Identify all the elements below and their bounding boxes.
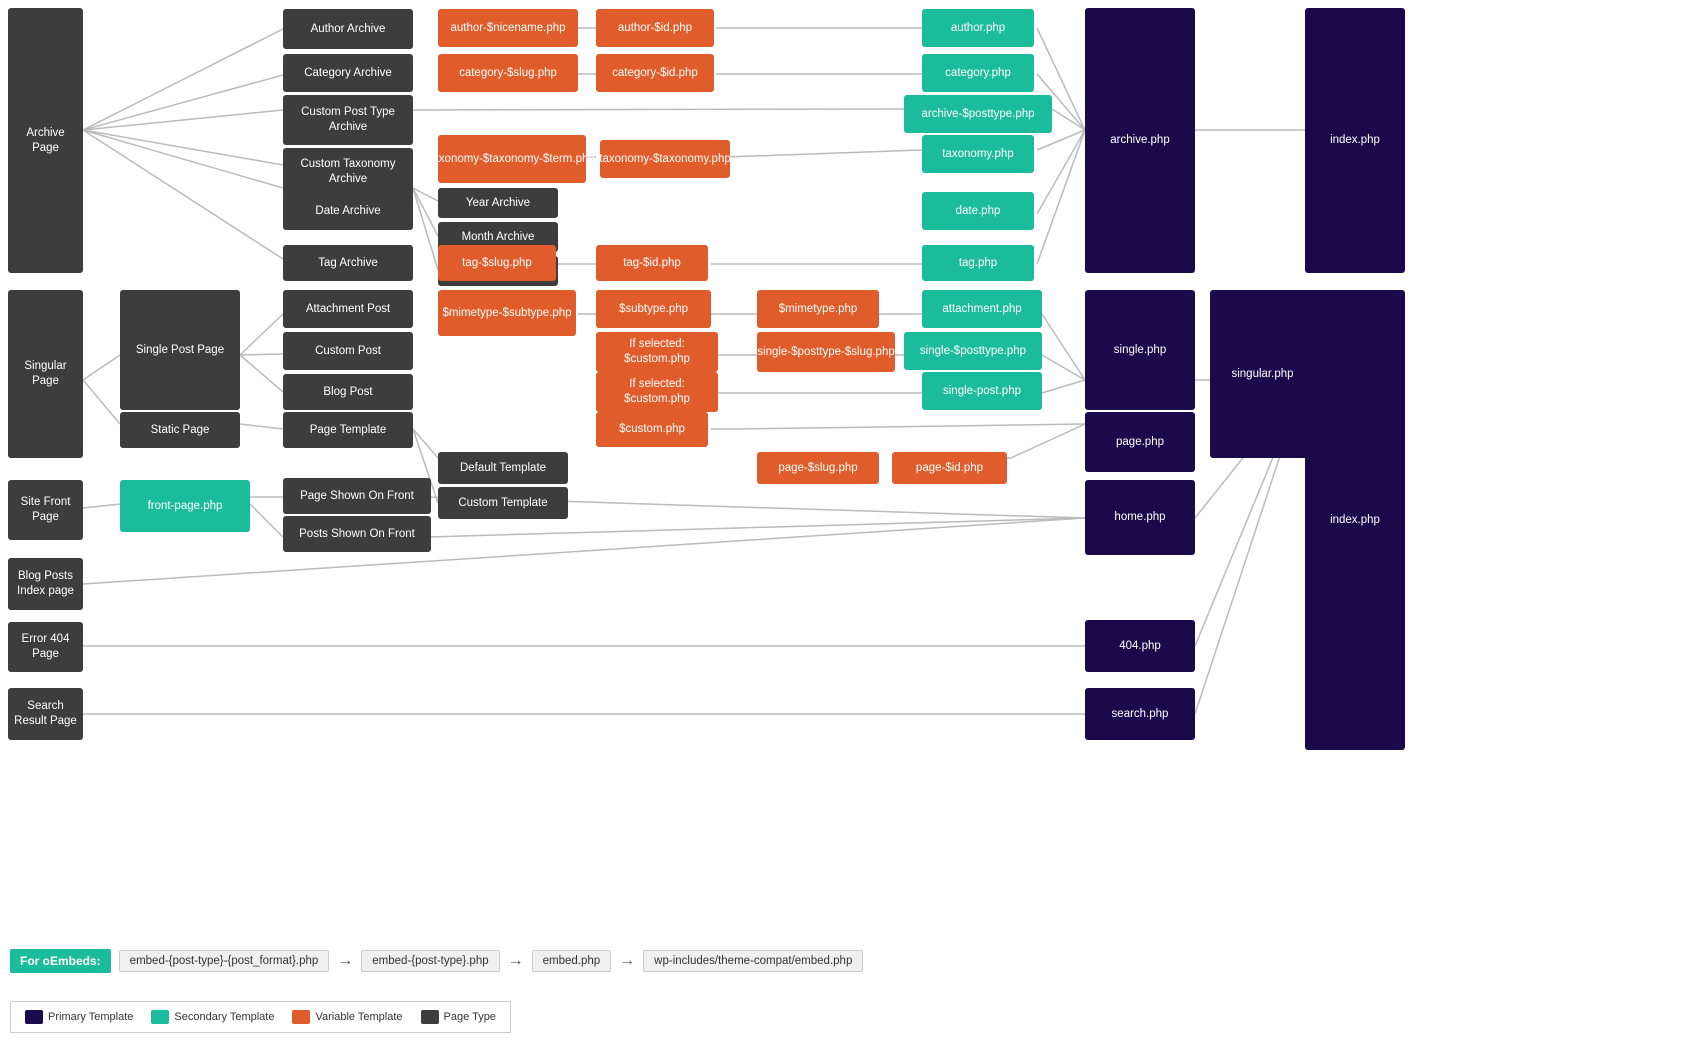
legend-primary-box [25, 1010, 43, 1024]
static-page-node: Static Page [120, 412, 240, 448]
posts-shown-on-front-node: Posts Shown On Front [283, 516, 431, 552]
custom-php-node: $custom.php [596, 412, 708, 447]
oembeds-label: For oEmbeds: [10, 949, 111, 973]
legend-page-type-box [421, 1010, 439, 1024]
index-php-node: index.php [1305, 8, 1405, 273]
search-php-node: search.php [1085, 688, 1195, 740]
single-php-node: single.php [1085, 290, 1195, 410]
category-archive-node: Category Archive [283, 54, 413, 92]
if-selected-custom-1-node: If selected: $custom.php [596, 332, 718, 372]
custom-taxonomy-archive-node: Custom Taxonomy Archive [283, 148, 413, 196]
blog-posts-index-node: Blog Posts Index page [8, 558, 83, 610]
index-php2-node: index.php [1305, 290, 1405, 750]
legend-secondary: Secondary Template [151, 1010, 274, 1024]
oembed-item-1: embed-{post-type}.php [361, 950, 499, 972]
custom-post-node: Custom Post [283, 332, 413, 370]
attachment-post-node: Attachment Post [283, 290, 413, 328]
author-id-node: author-$id.php [596, 9, 714, 47]
author-php-node: author.php [922, 9, 1034, 47]
arrow-3: → [619, 952, 635, 970]
front-page-php-node: front-page.php [120, 480, 250, 532]
arrow-2: → [508, 952, 524, 970]
oembed-item-0: embed-{post-type}-{post_format}.php [119, 950, 330, 972]
category-slug-node: category-$slug.php [438, 54, 578, 92]
singular-page-node: Singular Page [8, 290, 83, 458]
arrow-1: → [337, 952, 353, 970]
category-id-node: category-$id.php [596, 54, 714, 92]
subtype-php-node: $subtype.php [596, 290, 711, 328]
singular-php-node: singular.php [1210, 290, 1315, 458]
connector-lines [0, 0, 1685, 1051]
404-php-node: 404.php [1085, 620, 1195, 672]
archive-posttype-node: archive-$posttype.php [904, 95, 1052, 133]
archive-php-node: archive.php [1085, 8, 1195, 273]
single-posttype-slug-node: single-$posttype-$slug.php [757, 332, 895, 372]
page-shown-on-front-node: Page Shown On Front [283, 478, 431, 514]
date-php-node: date.php [922, 192, 1034, 230]
page-slug-php-node: page-$slug.php [757, 452, 879, 484]
page-php-node: page.php [1085, 412, 1195, 472]
legend: Primary Template Secondary Template Vari… [10, 1001, 511, 1033]
canvas: Archive Page Author Archive author-$nice… [0, 0, 1685, 1051]
taxonomy-slug-term-node: taxonomy-$taxonomy-$term.php [438, 135, 586, 183]
archive-page-node: Archive Page [8, 8, 83, 273]
year-archive-node: Year Archive [438, 188, 558, 218]
tag-archive-node: Tag Archive [283, 245, 413, 281]
single-post-php-node: single-post.php [922, 372, 1042, 410]
oembed-item-2: embed.php [532, 950, 612, 972]
legend-page-type: Page Type [421, 1010, 496, 1024]
taxonomy-slug-node: taxonomy-$taxonomy.php [600, 140, 730, 178]
page-id-php-node: page-$id.php [892, 452, 1007, 484]
home-php-node: home.php [1085, 480, 1195, 555]
search-result-page-node: Search Result Page [8, 688, 83, 740]
legend-secondary-box [151, 1010, 169, 1024]
date-archive-node: Date Archive [283, 192, 413, 230]
category-php-node: category.php [922, 54, 1034, 92]
default-template-node: Default Template [438, 452, 568, 484]
tag-php-node: tag.php [922, 245, 1034, 281]
custom-template-node: Custom Template [438, 487, 568, 519]
blog-post-node: Blog Post [283, 374, 413, 410]
mimetype-subtype-node: $mimetype-$subtype.php [438, 290, 576, 336]
oembed-item-3: wp-includes/theme-compat/embed.php [643, 950, 863, 972]
if-selected-custom-2-node: If selected: $custom.php [596, 372, 718, 412]
single-posttype-node: single-$posttype.php [904, 332, 1042, 370]
legend-variable: Variable Template [292, 1010, 402, 1024]
custom-post-type-archive-node: Custom Post Type Archive [283, 95, 413, 145]
legend-variable-box [292, 1010, 310, 1024]
tag-id-node: tag-$id.php [596, 245, 708, 281]
attachment-php-node: attachment.php [922, 290, 1042, 328]
taxonomy-php-node: taxonomy.php [922, 135, 1034, 173]
error-404-page-node: Error 404 Page [8, 622, 83, 672]
tag-slug-node: tag-$slug.php [438, 245, 556, 281]
oembeds-bar: For oEmbeds: embed-{post-type}-{post_for… [10, 949, 863, 973]
single-post-page-node: Single Post Page [120, 290, 240, 410]
author-archive-node: Author Archive [283, 9, 413, 49]
mimetype-php-node: $mimetype.php [757, 290, 879, 328]
page-template-node: Page Template [283, 412, 413, 448]
author-nicename-node: author-$nicename.php [438, 9, 578, 47]
legend-primary: Primary Template [25, 1010, 133, 1024]
site-front-page-node: Site Front Page [8, 480, 83, 540]
